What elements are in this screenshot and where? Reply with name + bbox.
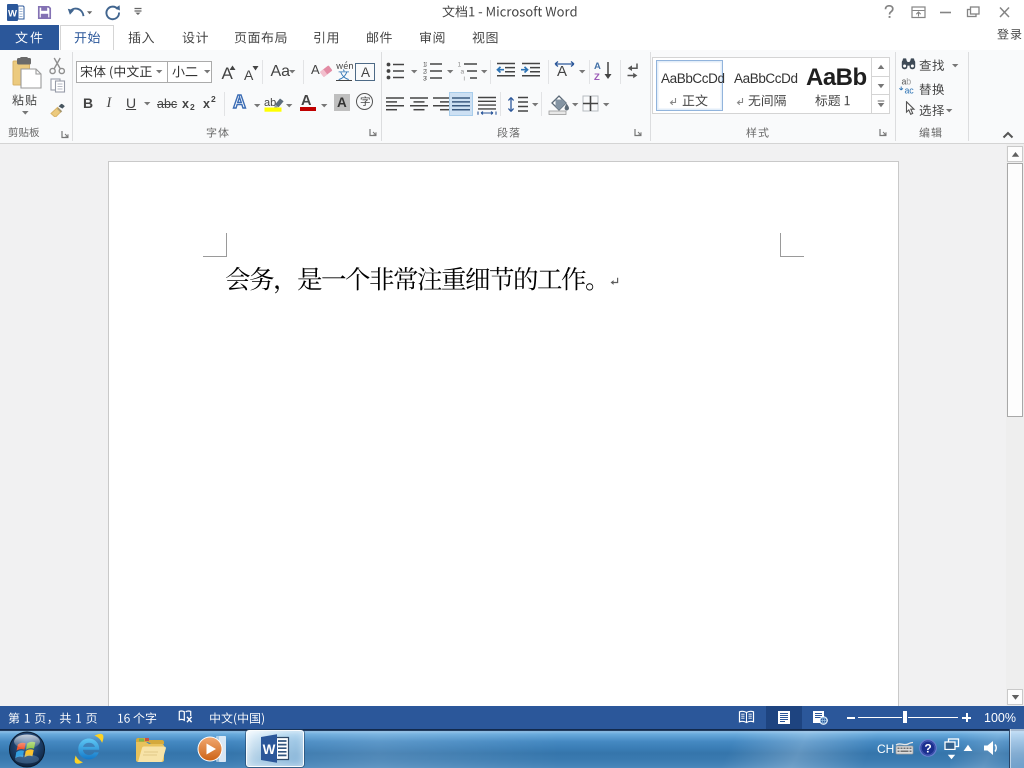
svg-text:a: a <box>461 69 465 76</box>
svg-text:A: A <box>557 63 567 80</box>
svg-text:?: ? <box>924 742 931 756</box>
svg-text:Z: Z <box>594 72 600 82</box>
svg-text:A: A <box>311 62 320 77</box>
svg-text:i: i <box>464 76 465 82</box>
svg-text:c: c <box>909 86 914 96</box>
svg-text:W: W <box>8 9 17 20</box>
svg-text:A: A <box>594 61 601 72</box>
svg-text:1: 1 <box>458 62 462 69</box>
svg-text:W: W <box>263 742 276 757</box>
